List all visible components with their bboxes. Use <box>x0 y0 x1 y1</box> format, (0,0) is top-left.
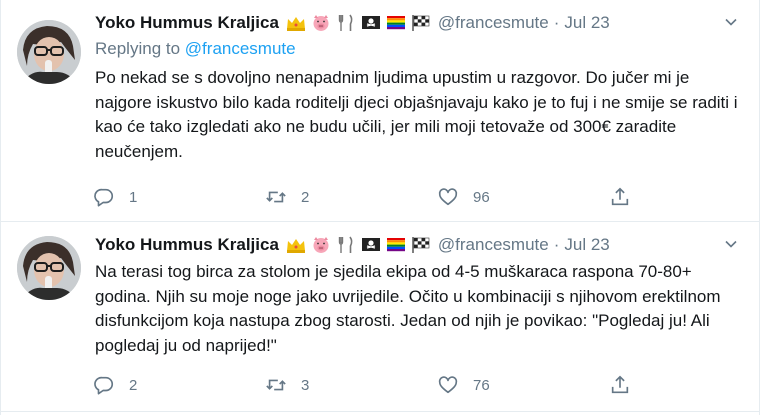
chevron-down-icon[interactable] <box>723 236 739 252</box>
separator-dot: · <box>553 235 560 254</box>
replying-to-label: Replying to <box>95 39 181 58</box>
reply-icon <box>94 376 114 395</box>
share-button[interactable] <box>609 186 645 208</box>
heart-icon <box>438 376 458 394</box>
chevron-down-icon[interactable] <box>723 14 739 30</box>
reply-button[interactable]: 1 <box>93 186 265 208</box>
like-count: 76 <box>473 376 490 394</box>
crown-emoji-icon <box>286 17 305 31</box>
share-icon <box>611 187 629 206</box>
tweet-date[interactable]: Jul 23 <box>564 13 609 33</box>
reply-icon <box>94 188 114 207</box>
like-count: 96 <box>473 188 490 206</box>
retweet-icon <box>266 191 286 203</box>
tweet-actions: 2 3 76 <box>93 370 653 400</box>
reply-count: 1 <box>129 188 138 206</box>
fork-knife-emoji-icon <box>338 236 353 253</box>
retweet-icon <box>266 379 286 391</box>
retweet-button[interactable]: 3 <box>265 374 437 396</box>
tweet-header: Yoko Hummus Kraljica @francesmute · Jul … <box>95 232 739 258</box>
replying-to-handle-link[interactable]: @francesmute <box>185 39 296 58</box>
avatar[interactable] <box>17 236 81 300</box>
name-emojis <box>285 236 432 254</box>
like-button[interactable]: 76 <box>437 374 609 396</box>
checkered-flag-emoji-icon <box>412 237 430 253</box>
tweet-text: Na terasi tog birca za stolom je sjedila… <box>95 262 721 355</box>
pig-emoji-icon <box>313 237 329 253</box>
tweet-date[interactable]: Jul 23 <box>564 235 609 255</box>
name-emojis <box>285 14 432 32</box>
pirate-flag-emoji-icon <box>361 16 380 29</box>
tweet-text: Po nekad se s dovoljno nenapadnim ljudim… <box>95 68 738 161</box>
avatar[interactable] <box>17 20 81 84</box>
share-button[interactable] <box>609 374 645 396</box>
retweet-count: 3 <box>301 376 310 394</box>
crown-emoji-icon <box>286 239 305 253</box>
retweet-count: 2 <box>301 188 310 206</box>
heart-icon <box>438 188 458 206</box>
tweet-thread: Yoko Hummus Kraljica @francesmute · Jul … <box>0 0 760 415</box>
checkered-flag-emoji-icon <box>412 15 430 31</box>
author-handle[interactable]: @francesmute <box>438 235 549 255</box>
author-name[interactable]: Yoko Hummus Kraljica <box>95 235 279 255</box>
pirate-flag-emoji-icon <box>361 238 380 251</box>
replying-to: Replying to @francesmute <box>95 36 739 62</box>
like-button[interactable]: 96 <box>437 186 609 208</box>
reply-button[interactable]: 2 <box>93 374 265 396</box>
tweet[interactable]: Yoko Hummus Kraljica @francesmute · Jul … <box>1 0 759 222</box>
reply-count: 2 <box>129 376 138 394</box>
rainbow-flag-emoji-icon <box>386 16 405 30</box>
pig-emoji-icon <box>313 15 329 31</box>
fork-knife-emoji-icon <box>338 14 353 31</box>
author-name[interactable]: Yoko Hummus Kraljica <box>95 13 279 33</box>
tweet[interactable]: Yoko Hummus Kraljica @francesmute · Jul … <box>1 222 759 412</box>
tweet-actions: 1 2 96 <box>93 182 653 212</box>
rainbow-flag-emoji-icon <box>386 238 405 252</box>
tweet-header: Yoko Hummus Kraljica @francesmute · Jul … <box>95 10 739 36</box>
share-icon <box>611 375 629 394</box>
author-handle[interactable]: @francesmute <box>438 13 549 33</box>
separator-dot: · <box>553 13 560 32</box>
retweet-button[interactable]: 2 <box>265 186 437 208</box>
